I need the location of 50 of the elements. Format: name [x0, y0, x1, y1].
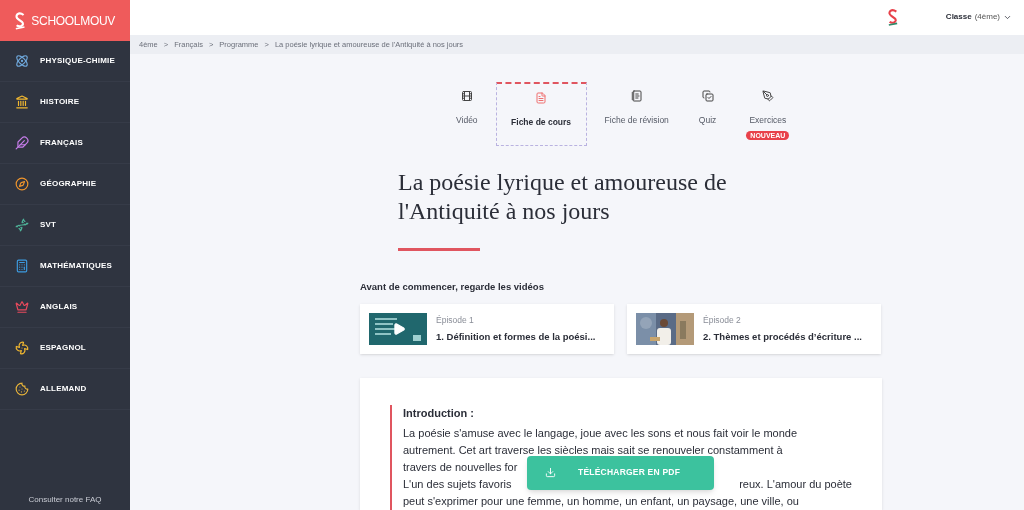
sidebar-item[interactable]: HISTOIRE	[0, 82, 130, 123]
video-title: 2. Thèmes et procédés d’écriture ...	[703, 330, 862, 345]
paragraph-line: peut s'exprimer pour une femme, un homme, un enfant, un paysage, une ville, ou	[403, 494, 799, 509]
feather-icon	[15, 136, 29, 150]
checked-cards-icon	[701, 89, 714, 102]
sidebar-item[interactable]: ALLEMAND	[0, 369, 130, 410]
sidebar-item[interactable]: PHYSIQUE-CHIMIE	[0, 41, 130, 82]
paragraph-line: La poésie s'amuse avec le langage, joue avec les sons et nous fait voir le monde	[403, 426, 798, 441]
episode-label: Épisode 2	[703, 313, 742, 327]
film-icon	[460, 89, 473, 102]
logo-icon[interactable]	[887, 9, 898, 26]
sidebar-item[interactable]: ANGLAIS	[0, 287, 130, 328]
video-card[interactable]: Épisode 2 2. Thèmes et procédés d’écriture ...	[627, 304, 881, 354]
compass-icon	[15, 177, 29, 191]
document-icon	[535, 91, 548, 104]
sidebar-item[interactable]: FRANÇAIS	[0, 123, 130, 164]
paragraph-line: travers de nouvelles for	[403, 460, 518, 475]
class-selector[interactable]: Classe (4ème)	[945, 11, 1012, 24]
paragraph-line: autrement. Cet art traverse les siècles mais sait se renouveler constamment à	[403, 443, 783, 458]
tab[interactable]: Vidéo	[444, 81, 490, 146]
tab[interactable]: Fiche de cours	[495, 81, 587, 146]
sidebar-item[interactable]: ESPAGNOL	[0, 328, 130, 369]
notes-icon	[630, 89, 643, 102]
download-icon	[545, 467, 556, 479]
class-value: (4ème)	[974, 11, 1000, 24]
crown-icon	[15, 300, 29, 314]
tab[interactable]: Fiche de révision	[592, 81, 681, 146]
class-label: Classe	[945, 11, 972, 24]
sidebar-item[interactable]: SVT	[0, 205, 130, 246]
section-heading: Introduction :	[403, 406, 475, 421]
page-title: La poésie lyrique et amoureuse de l'Antiquité à nos jours	[398, 167, 728, 226]
paragraph-line: reux. L'amour du poète	[739, 477, 852, 492]
episode-label: Épisode 1	[436, 313, 475, 327]
calculator-icon	[15, 259, 29, 273]
play-icon[interactable]	[392, 322, 406, 336]
faq-link[interactable]: Consulter notre FAQ	[0, 494, 130, 506]
fan-icon	[15, 341, 29, 355]
chevron-down-icon	[1003, 13, 1012, 22]
pen-icon	[761, 89, 774, 102]
video-title: 1. Définition et formes de la poési...	[436, 330, 596, 345]
sidebar-item[interactable]: MATHÉMATIQUES	[0, 246, 130, 287]
atom-icon	[15, 54, 29, 68]
logo-icon[interactable]	[15, 10, 26, 31]
videos-heading: Avant de commencer, regarde les vidéos	[360, 279, 544, 294]
video-card[interactable]: Épisode 1 1. Définition et formes de la poési...	[360, 304, 614, 354]
monument-icon	[15, 95, 29, 109]
paragraph-line: L'un des sujets favoris	[403, 477, 512, 492]
tab[interactable]: Quiz	[686, 81, 729, 146]
dna-icon	[15, 218, 29, 232]
sidebar-item[interactable]: GÉOGRAPHIE	[0, 164, 130, 205]
